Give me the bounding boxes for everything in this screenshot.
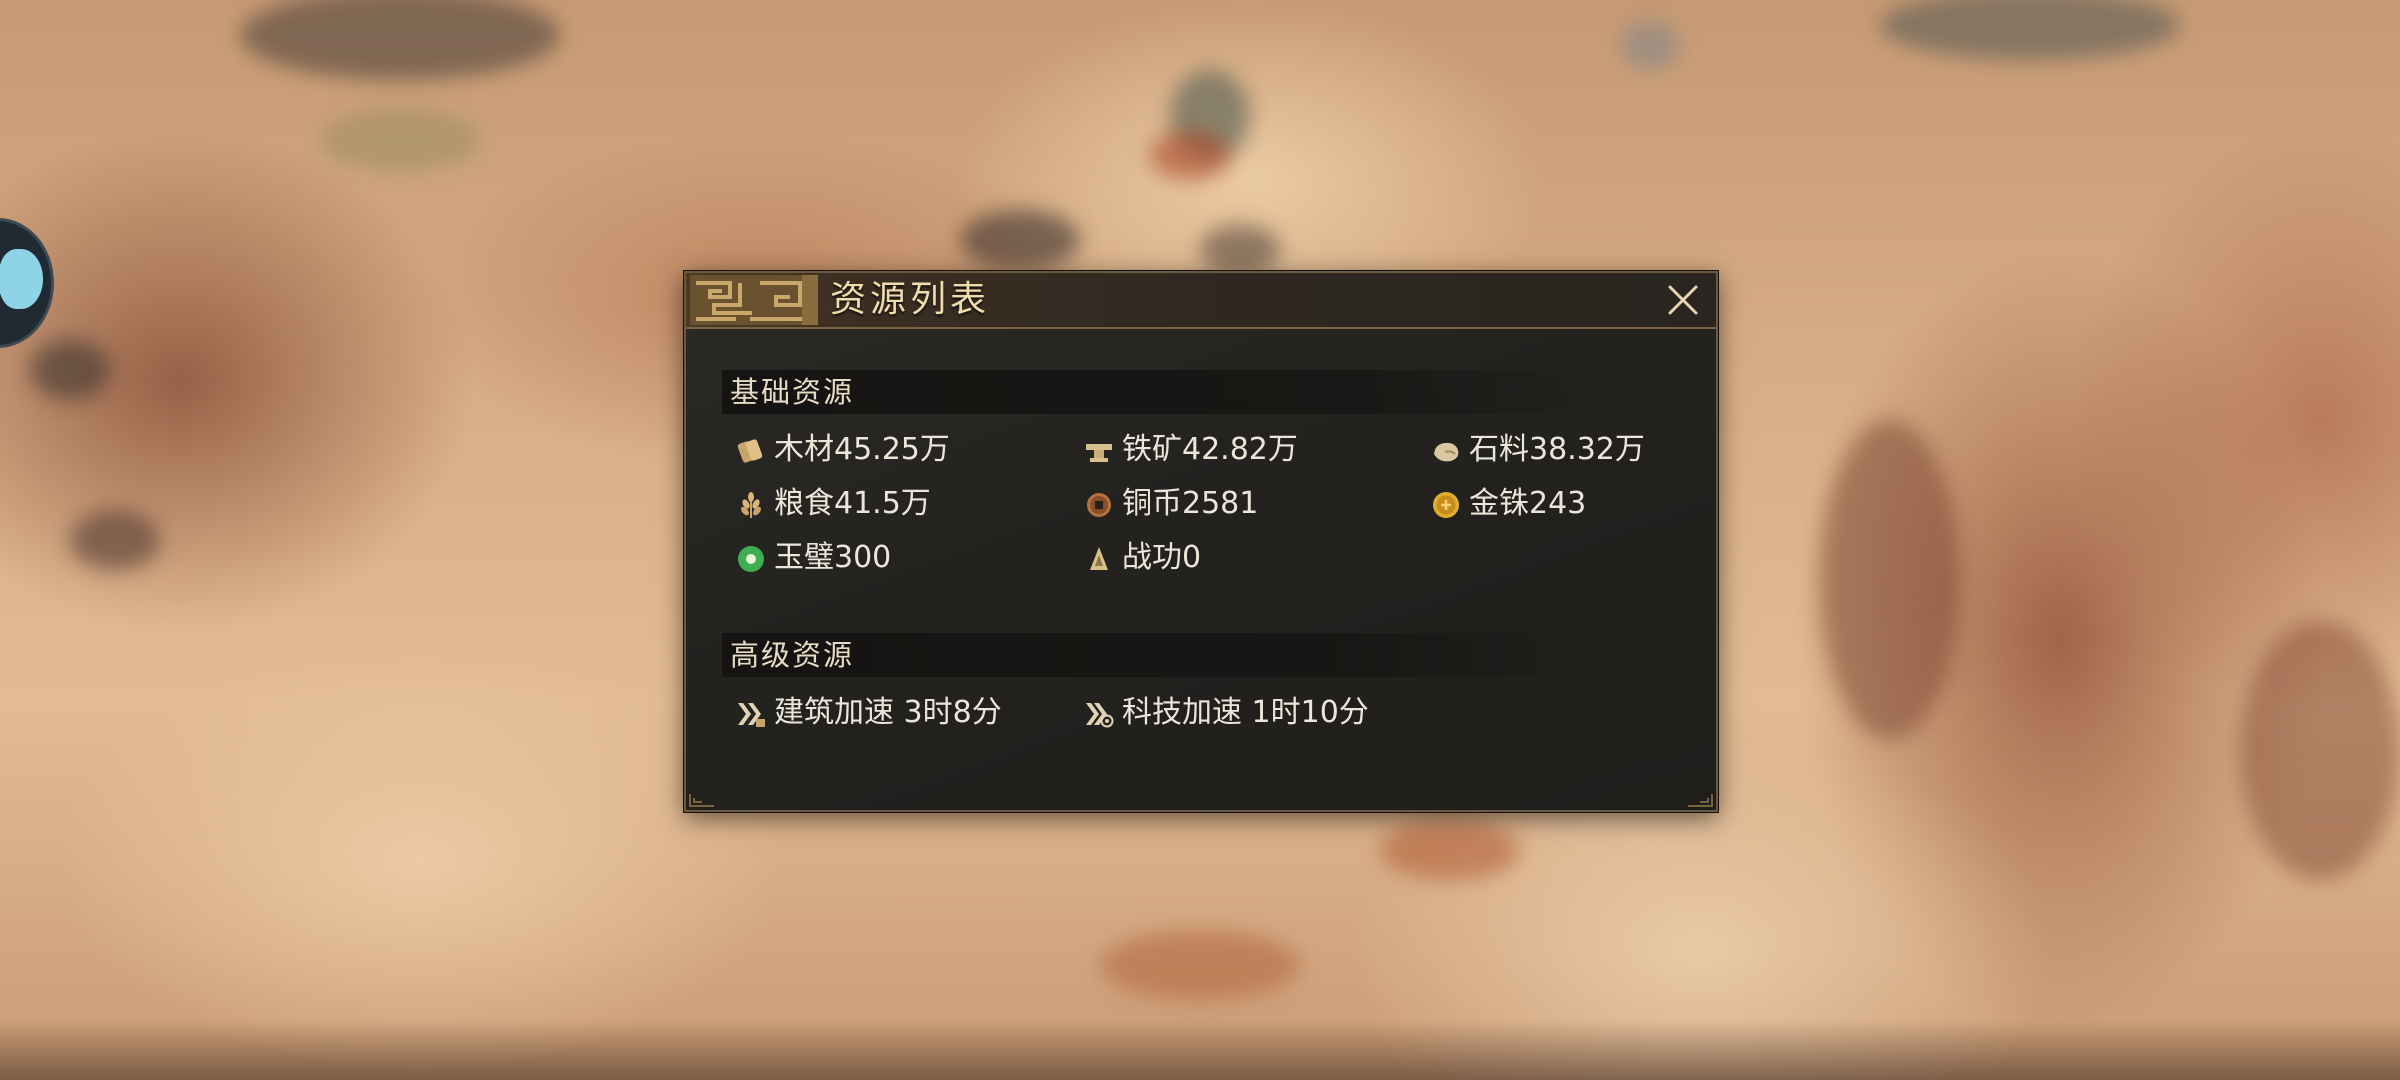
gold-coin-icon [1433,492,1459,518]
corner-ornament-icon [1688,794,1713,807]
wood-icon [737,439,763,463]
grain-icon [741,492,761,518]
title-ornament-icon [690,275,818,325]
jade-disc-icon [738,546,764,572]
iron-ore-icon [1086,444,1112,462]
basic-resources-header: 基础资源 [722,370,1602,414]
resource-list-dialog: 资源列表 基础资源 木材45.25万 铁矿42.82万 石料38.32万 粮食4… [684,271,1718,812]
build-speedup-icon [738,703,765,727]
copper-coin-icon [1087,493,1111,517]
dialog-title-bar: 资源列表 [686,273,1716,329]
dialog-title: 资源列表 [830,279,991,320]
tech-speedup-icon [1086,703,1114,728]
corner-ornament-icon [689,794,714,807]
player-avatar[interactable] [0,218,54,348]
stone-icon [1434,442,1459,462]
close-x-icon[interactable] [1664,281,1702,319]
advanced-resources-header: 高级资源 [722,633,1602,677]
merit-icon [1090,547,1108,570]
